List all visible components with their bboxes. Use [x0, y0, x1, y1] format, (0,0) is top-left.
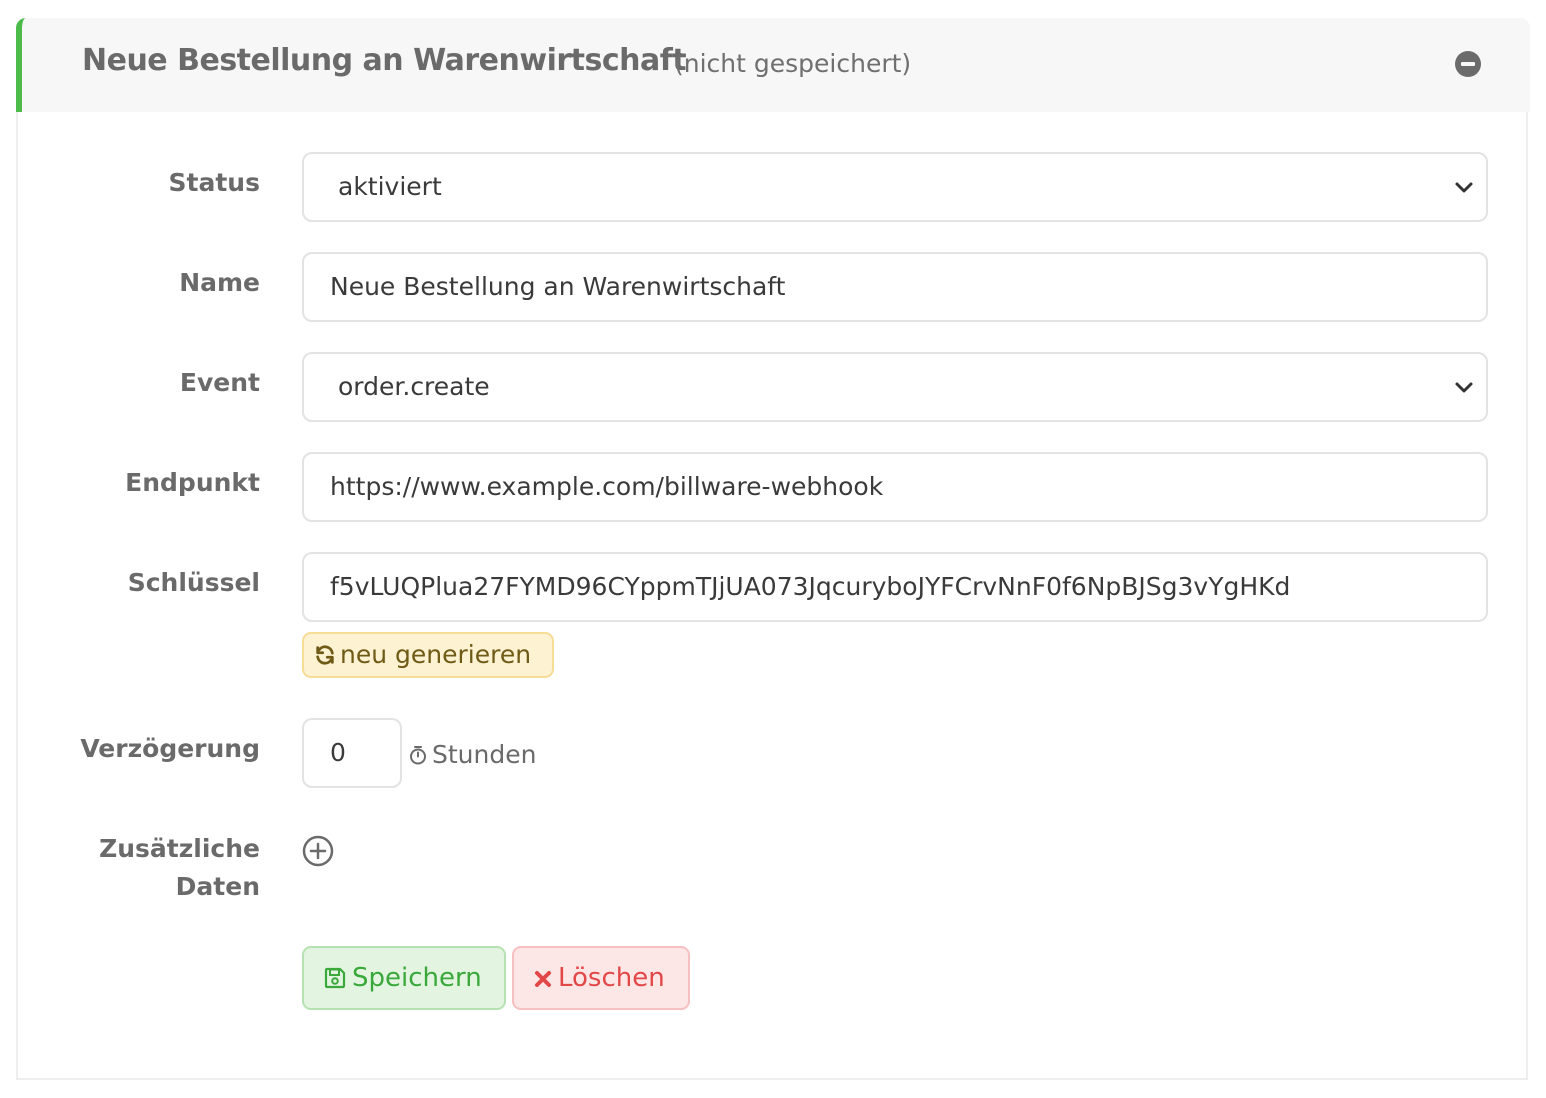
stopwatch-icon — [410, 746, 426, 765]
panel-title: Neue Bestellung an Warenwirtschaft — [82, 43, 687, 78]
extra-data-label-line2: Daten — [175, 872, 260, 901]
chevron-down-icon — [1455, 382, 1473, 393]
delay-unit: Stunden — [408, 740, 536, 769]
floppy-disk-icon — [324, 967, 346, 989]
regenerate-label: neu generieren — [340, 640, 532, 669]
delay-unit-label: Stunden — [432, 740, 537, 769]
save-button[interactable]: Speichern — [302, 946, 506, 1010]
name-input[interactable]: Neue Bestellung an Warenwirtschaft — [302, 252, 1488, 322]
event-value: order.create — [338, 372, 490, 401]
extra-data-label-line1: Zusätzliche — [99, 834, 260, 863]
unsaved-indicator: (nicht gespeichert) — [674, 49, 912, 78]
refresh-icon — [316, 645, 334, 665]
x-icon — [535, 971, 551, 987]
status-label: Status — [168, 168, 260, 197]
delay-label: Verzögerung — [80, 734, 260, 763]
save-label: Speichern — [352, 963, 482, 993]
delete-label: Löschen — [558, 963, 665, 993]
status-select[interactable]: aktiviert — [302, 152, 1488, 222]
endpoint-input[interactable]: https://www.example.com/billware-webhook — [302, 452, 1488, 522]
name-label: Name — [179, 268, 260, 297]
endpoint-label: Endpunkt — [125, 468, 260, 497]
chevron-down-icon — [1455, 182, 1473, 193]
add-extra-data-icon[interactable] — [302, 835, 334, 867]
status-value: aktiviert — [338, 172, 442, 201]
extra-data-label: Zusätzliche Daten — [0, 830, 260, 906]
collapse-icon[interactable] — [1455, 51, 1481, 77]
delete-button[interactable]: Löschen — [512, 946, 690, 1010]
regenerate-key-button[interactable]: neu generieren — [302, 632, 554, 678]
delay-input[interactable]: 0 — [302, 718, 402, 788]
key-label: Schlüssel — [127, 568, 260, 597]
event-label: Event — [179, 368, 260, 397]
event-select[interactable]: order.create — [302, 352, 1488, 422]
key-input[interactable]: f5vLUQPlua27FYMD96CYppmTJjUA073JqcuryboJ… — [302, 552, 1488, 622]
panel-header[interactable]: Neue Bestellung an Warenwirtschaft (nich… — [16, 18, 1530, 112]
